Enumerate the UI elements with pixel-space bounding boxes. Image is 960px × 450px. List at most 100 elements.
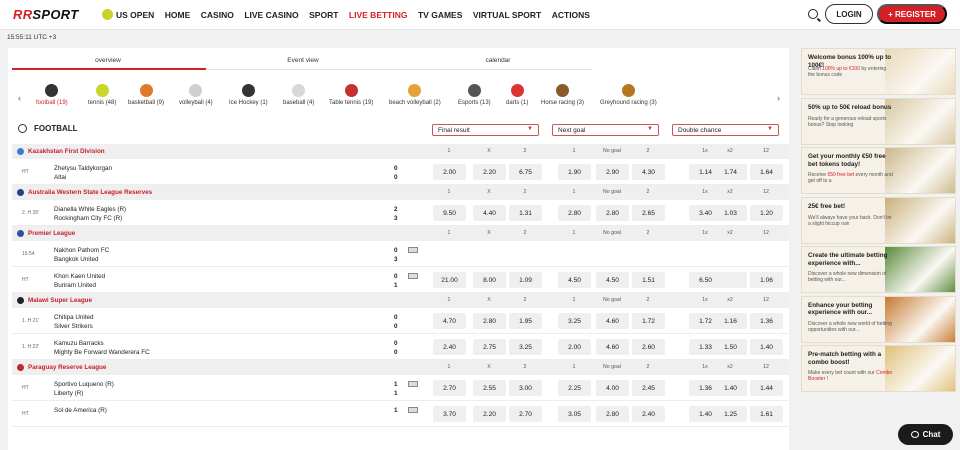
sport-filter-item[interactable]: beach volleyball (2) — [389, 84, 441, 106]
away-team[interactable]: Bangkok United — [54, 256, 98, 263]
odds-button[interactable]: 4.30 — [632, 164, 665, 180]
odds-button[interactable]: 4.40 — [473, 205, 506, 221]
odds-button[interactable]: 2.80 — [558, 205, 591, 221]
promo-card[interactable]: 50% up to 50€ reload bonus Ready for a ge… — [801, 97, 956, 145]
odds-button[interactable]: 2.00 — [433, 164, 466, 180]
sport-filter-item[interactable]: Greyhound racing (3) — [600, 84, 657, 106]
sport-filter-item[interactable]: Table tennis (19) — [329, 84, 373, 106]
odds-button[interactable]: 3.05 — [558, 406, 591, 422]
league-name[interactable]: Premier League — [28, 230, 75, 237]
brand-logo[interactable]: RRSPORT — [13, 7, 78, 22]
home-team[interactable]: Khon Kaen United — [54, 273, 105, 280]
odds-button[interactable]: 8.00 — [473, 272, 506, 288]
away-team[interactable]: Silver Strikers — [54, 323, 93, 330]
league-name[interactable]: Malawi Super League — [28, 297, 92, 304]
odds-button[interactable]: 1.51 — [632, 272, 665, 288]
odds-button[interactable]: 1.95 — [509, 313, 542, 329]
promo-card[interactable]: Enhance your betting experience with our… — [801, 295, 956, 343]
live-stream-icon[interactable] — [408, 247, 418, 253]
odds-button[interactable]: 2.60 — [632, 339, 665, 355]
home-team[interactable]: Sportivo Luqueno (R) — [54, 381, 114, 388]
odds-button[interactable]: 9.50 — [433, 205, 466, 221]
chat-button[interactable]: Chat — [898, 424, 953, 445]
nav-item[interactable]: VIRTUAL SPORT — [473, 10, 541, 20]
league-header[interactable]: Malawi Super League 1 X 2 1 No goal 2 1x x2 12 — [12, 293, 789, 308]
tab-calendar[interactable]: calendar — [398, 57, 598, 64]
register-button[interactable]: + REGISTER — [877, 4, 947, 24]
odds-button[interactable]: 1.16 — [714, 313, 747, 329]
odds-button[interactable]: 1.50 — [714, 339, 747, 355]
sport-filter-item[interactable]: tennis (48) — [88, 84, 116, 106]
odds-button[interactable]: 1.90 — [558, 164, 591, 180]
live-stream-icon[interactable] — [408, 407, 418, 413]
home-team[interactable]: Zhetysu Taldykorgan — [54, 165, 112, 172]
match-row[interactable]: 16:54 Nakhon Pathom FC Bangkok United 0 3 — [12, 241, 789, 267]
odds-button[interactable]: 4.70 — [433, 313, 466, 329]
match-row[interactable]: HT Zhetysu Taldykorgan Altai 0 0 2.00 2.20 6.75… — [12, 159, 789, 185]
match-row[interactable]: 1. H 21' Chitipa United Silver Strikers 0 0 4… — [12, 308, 789, 334]
login-button[interactable]: LOGIN — [825, 4, 873, 24]
odds-button[interactable]: 4.50 — [558, 272, 591, 288]
odds-button[interactable]: 3.00 — [509, 380, 542, 396]
odds-button[interactable]: 1.03 — [714, 205, 747, 221]
odds-button[interactable]: 1.31 — [509, 205, 542, 221]
home-team[interactable]: Kamuzu Barracks — [54, 340, 104, 347]
match-row[interactable]: HT Sportivo Luqueno (R) Liberty (R) 1 1 2.70 2… — [12, 375, 789, 401]
tab-event-view[interactable]: Event view — [203, 57, 403, 64]
away-team[interactable]: Rockingham City FC (R) — [54, 215, 122, 222]
odds-button[interactable]: 2.40 — [632, 406, 665, 422]
home-team[interactable]: Dianella White Eagles (R) — [54, 206, 126, 213]
sports-scroll-right-icon[interactable]: › — [777, 93, 780, 103]
promo-card[interactable]: Welcome bonus 100% up to 100€! Claim 100%… — [801, 48, 956, 95]
odds-button[interactable]: 4.60 — [596, 339, 629, 355]
odds-button[interactable]: 1.44 — [750, 380, 783, 396]
league-header[interactable]: Paraguay Reserve League 1 X 2 1 No goal 2 1x x2 1… — [12, 360, 789, 375]
sport-filter-item[interactable]: Ice Hockey (1) — [229, 84, 268, 106]
odds-button[interactable]: 3.25 — [558, 313, 591, 329]
match-row[interactable]: 1. H 22' Kamuzu Barracks Mighty Be Forward… — [12, 334, 789, 360]
away-team[interactable]: Altai — [54, 174, 66, 181]
odds-button[interactable]: 2.20 — [473, 406, 506, 422]
odds-button[interactable]: 2.80 — [596, 205, 629, 221]
odds-button[interactable]: 1.72 — [632, 313, 665, 329]
odds-button[interactable]: 2.20 — [473, 164, 506, 180]
odds-button[interactable]: 1.25 — [714, 406, 747, 422]
market-select-final-result[interactable]: Final result ▼ — [432, 124, 539, 136]
nav-item[interactable]: TV GAMES — [418, 10, 462, 20]
odds-button[interactable]: 4.60 — [596, 313, 629, 329]
nav-item[interactable]: ACTIONS — [552, 10, 590, 20]
sport-filter-item[interactable]: darts (1) — [506, 84, 528, 106]
sport-filter-item[interactable]: baseball (4) — [283, 84, 314, 106]
league-name[interactable]: Kazakhstan First Division — [28, 148, 105, 155]
odds-button[interactable]: 2.80 — [596, 406, 629, 422]
odds-button[interactable]: 2.90 — [596, 164, 629, 180]
sport-filter-item[interactable]: Esports (13) — [458, 84, 491, 106]
nav-item[interactable]: HOME — [165, 10, 191, 20]
search-icon[interactable] — [808, 9, 818, 19]
odds-button[interactable]: 2.00 — [558, 339, 591, 355]
promo-card[interactable]: Get your monthly €50 free bet tokens tod… — [801, 147, 956, 194]
odds-button[interactable]: 1.09 — [509, 272, 542, 288]
odds-button[interactable]: 2.40 — [433, 339, 466, 355]
league-header[interactable]: Premier League 1 X 2 1 No goal 2 1x x2 12 — [12, 226, 789, 241]
league-header[interactable]: Australia Western State League Reserves 1… — [12, 185, 789, 200]
odds-button[interactable]: 1.40 — [750, 339, 783, 355]
live-stream-icon[interactable] — [408, 381, 418, 387]
odds-button[interactable]: 1.06 — [750, 272, 783, 288]
odds-button[interactable]: 4.00 — [596, 380, 629, 396]
odds-button[interactable]: 1.36 — [750, 313, 783, 329]
odds-button[interactable]: 1.74 — [714, 164, 747, 180]
home-team[interactable]: Sol de America (R) — [54, 407, 107, 414]
sport-filter-item[interactable]: basketball (9) — [128, 84, 164, 106]
match-row[interactable]: HT Sol de America (R) 1 3.70 2.20 2.70 3.05 2.8… — [12, 401, 789, 427]
odds-button[interactable]: 4.50 — [596, 272, 629, 288]
sport-filter-item[interactable]: volleyball (4) — [179, 84, 213, 106]
live-stream-icon[interactable] — [408, 273, 418, 279]
nav-item[interactable]: SPORT — [309, 10, 338, 20]
league-name[interactable]: Australia Western State League Reserves — [28, 189, 152, 196]
odds-button[interactable]: 1.20 — [750, 205, 783, 221]
nav-item[interactable]: CASINO — [201, 10, 234, 20]
sport-filter-item[interactable]: Horse racing (3) — [541, 84, 584, 106]
league-name[interactable]: Paraguay Reserve League — [28, 364, 106, 371]
market-select-double-chance[interactable]: Double chance ▼ — [672, 124, 779, 136]
